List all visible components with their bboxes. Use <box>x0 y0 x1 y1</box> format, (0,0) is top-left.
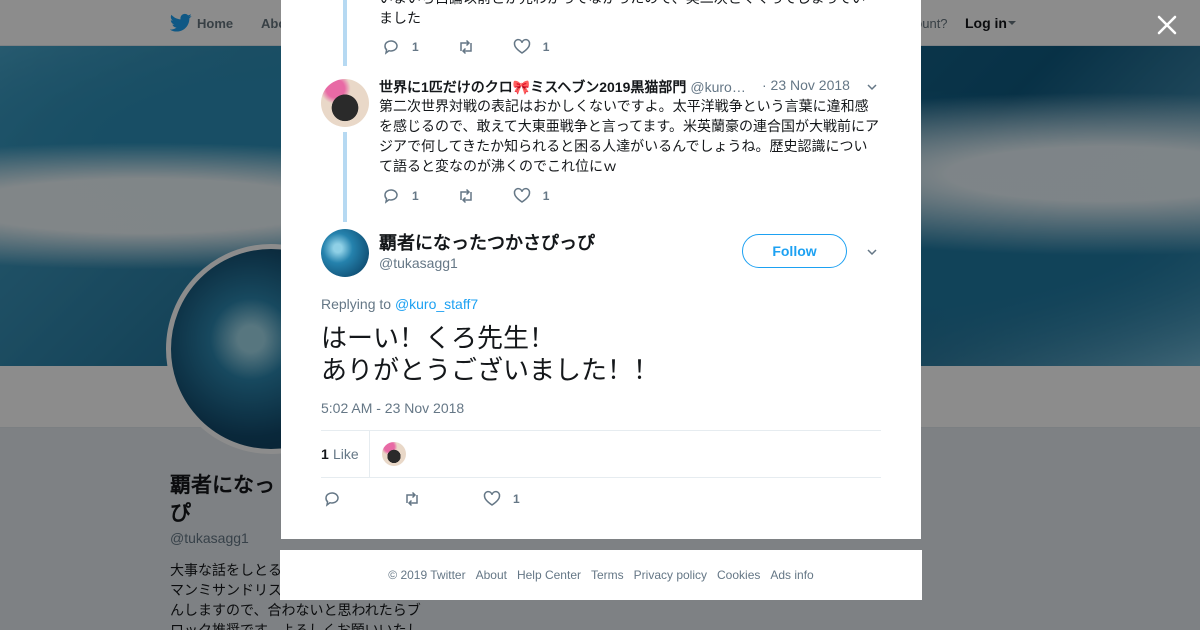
retweet-button[interactable] <box>457 187 475 205</box>
footer-link-privacy-policy[interactable]: Privacy policy <box>634 568 707 582</box>
like-count: 1 <box>542 40 550 54</box>
liker-avatar[interactable] <box>382 442 406 466</box>
reply-count: 1 <box>412 189 419 203</box>
footer-link-terms[interactable]: Terms <box>591 568 624 582</box>
previous-tweet-text: いまいち白論以前とか先わかってなかったので、実二次とくくってしまってい ました <box>379 0 865 26</box>
reply-icon <box>384 40 398 55</box>
reply-tweet-date[interactable]: · 23 Nov 2018 <box>762 77 850 93</box>
main-tweet-actions: 1 <box>323 490 558 508</box>
heart-icon <box>483 490 501 506</box>
main-tweet-text: はーい！くろ先生！ ありがとうございました！！ <box>321 323 660 385</box>
reply-icon <box>384 189 398 204</box>
thread-connector-line <box>343 132 347 222</box>
footer-link-cookies[interactable]: Cookies <box>717 568 760 582</box>
footer-link-help-center[interactable]: Help Center <box>517 568 581 582</box>
replying-to-line: Replying to @kuro_staff7 <box>321 296 478 312</box>
like-button[interactable]: 1 <box>513 187 550 205</box>
reply-button[interactable]: 1 <box>382 38 419 56</box>
reply-author-name[interactable]: 世界に1匹だけのクロ🎀ミスヘブン2019黒猫部門 <box>379 79 686 95</box>
stats-divider <box>369 431 370 477</box>
reply-button[interactable]: 1 <box>382 187 419 205</box>
retweet-button[interactable] <box>457 38 475 56</box>
likes-label[interactable]: Like <box>333 446 359 462</box>
retweet-icon <box>406 491 418 507</box>
reply-tweet-text: 第二次世界対戦の表記はおかしくないですよ。太平洋戦争という言葉に違和感を感じるの… <box>379 98 879 174</box>
reply-button[interactable] <box>323 490 341 508</box>
heart-icon <box>513 187 530 203</box>
main-author-handle[interactable]: @tukasagg1 <box>379 255 458 271</box>
like-button[interactable]: 1 <box>483 490 520 508</box>
tweet-stats-row: 1 Like <box>321 430 881 478</box>
follow-button[interactable]: Follow <box>742 234 847 268</box>
footer-copyright: © 2019 Twitter <box>388 568 466 582</box>
close-icon[interactable] <box>1154 12 1180 38</box>
retweet-icon <box>459 188 472 204</box>
previous-tweet-actions: 1 1 <box>382 38 587 56</box>
retweet-button[interactable] <box>403 490 421 508</box>
tweet-timestamp[interactable]: 5:02 AM - 23 Nov 2018 <box>321 400 464 416</box>
main-author-name[interactable]: 覇者になったつかさぴっぴ <box>379 229 595 255</box>
replying-to-label: Replying to <box>321 296 395 312</box>
reply-icon <box>325 492 339 507</box>
chevron-down-icon[interactable] <box>867 247 877 257</box>
chevron-down-icon[interactable] <box>867 82 877 92</box>
tweet-permalink-modal: いまいち白論以前とか先わかってなかったので、実二次とくくってしまってい ました … <box>281 0 921 539</box>
footer-link-ads-info[interactable]: Ads info <box>770 568 813 582</box>
reply-tweet-header: 世界に1匹だけのクロ🎀ミスヘブン2019黒猫部門 @kuro… · 23 Nov … <box>379 77 879 97</box>
like-count: 1 <box>542 189 550 203</box>
reply-tweet-actions: 1 1 <box>382 187 587 205</box>
reply-count: 1 <box>412 40 419 54</box>
replying-to-link[interactable]: @kuro_staff7 <box>395 296 478 312</box>
like-button[interactable]: 1 <box>513 38 550 56</box>
heart-icon <box>513 38 530 54</box>
retweet-icon <box>459 39 472 55</box>
likes-number[interactable]: 1 <box>321 446 329 462</box>
reply-author-handle[interactable]: @kuro… <box>690 79 745 95</box>
like-count: 1 <box>513 492 520 506</box>
reply-author-avatar[interactable] <box>321 79 369 127</box>
modal-footer: © 2019 Twitter About Help Center Terms P… <box>280 550 922 600</box>
footer-link-about[interactable]: About <box>476 568 507 582</box>
thread-connector-line <box>343 0 347 66</box>
main-author-avatar[interactable] <box>321 229 369 277</box>
